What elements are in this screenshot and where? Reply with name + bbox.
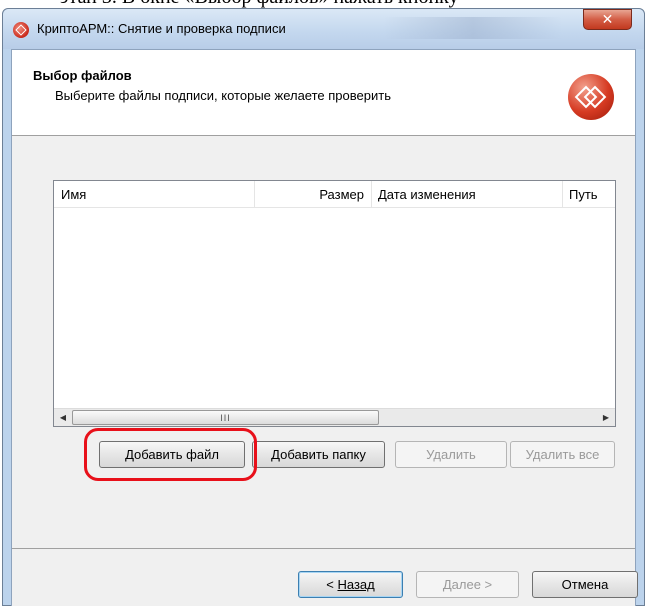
back-prefix: < xyxy=(326,577,338,592)
page-subtitle: Выберите файлы подписи, которые желаете … xyxy=(55,88,391,103)
horizontal-scrollbar[interactable]: ◀ III ▶ xyxy=(54,408,615,426)
background-document-text: этап 3. В окне «Выбор файлов» нажать кно… xyxy=(0,0,647,8)
column-header-name[interactable]: Имя xyxy=(54,181,255,208)
back-label: Назад xyxy=(337,577,375,592)
close-button[interactable]: ✕ xyxy=(583,9,632,30)
scroll-left-icon[interactable]: ◀ xyxy=(54,409,72,426)
cryptoarm-icon xyxy=(13,22,29,38)
dialog-client-area: Выбор файлов Выберите файлы подписи, кот… xyxy=(11,49,638,606)
column-header-size[interactable]: Размер xyxy=(255,181,372,208)
wizard-header: Выбор файлов Выберите файлы подписи, кот… xyxy=(12,50,635,136)
column-header-path[interactable]: Путь xyxy=(563,181,617,208)
footer-divider xyxy=(12,548,635,549)
close-icon: ✕ xyxy=(601,11,614,27)
add-folder-button[interactable]: Добавить папку xyxy=(252,441,385,468)
scroll-thumb[interactable]: III xyxy=(72,410,379,425)
title-bar-reflection xyxy=(383,17,563,39)
file-list-header: Имя Размер Дата изменения Путь xyxy=(54,181,615,208)
next-button[interactable]: Далее > xyxy=(416,571,519,598)
column-header-date[interactable]: Дата изменения xyxy=(372,181,563,208)
cryptoarm-logo-icon xyxy=(568,74,614,120)
title-bar[interactable]: КриптоАРМ:: Снятие и проверка подписи ✕ xyxy=(3,9,644,49)
dialog-window: КриптоАРМ:: Снятие и проверка подписи ✕ … xyxy=(2,8,645,606)
scroll-grip-icon: III xyxy=(220,412,231,423)
page-title: Выбор файлов xyxy=(33,68,132,83)
scroll-right-icon[interactable]: ▶ xyxy=(597,409,615,426)
delete-all-button[interactable]: Удалить все xyxy=(510,441,615,468)
delete-button[interactable]: Удалить xyxy=(395,441,507,468)
window-title: КриптоАРМ:: Снятие и проверка подписи xyxy=(37,21,286,36)
back-button[interactable]: < Назад xyxy=(298,571,403,598)
annotation-highlight-circle xyxy=(84,428,257,481)
cancel-button[interactable]: Отмена xyxy=(532,571,638,598)
file-list[interactable]: Имя Размер Дата изменения Путь ◀ III ▶ xyxy=(53,180,616,427)
